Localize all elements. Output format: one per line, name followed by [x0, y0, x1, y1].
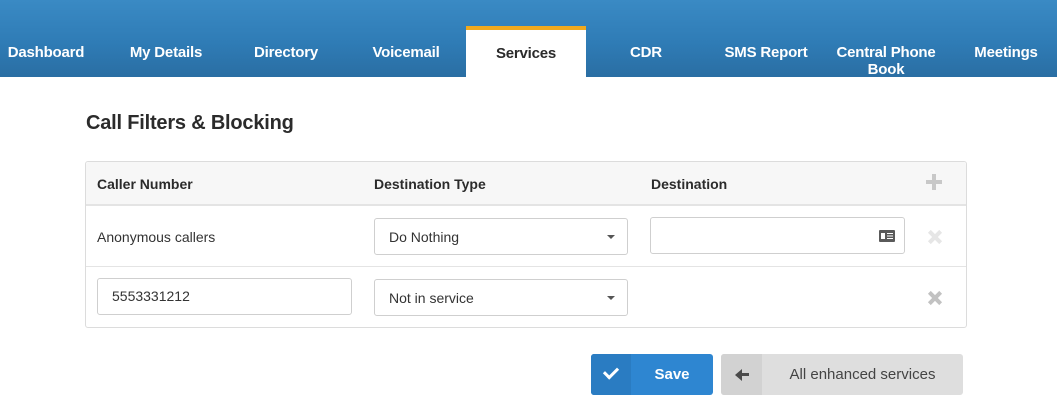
page-title: Call Filters & Blocking: [86, 112, 294, 134]
remove-icon[interactable]: [928, 230, 942, 244]
caller-number-text: Anonymous callers: [97, 229, 216, 245]
destination-type-value: Do Nothing: [389, 229, 460, 245]
tab-services[interactable]: Services: [466, 26, 586, 77]
tab-sms-report[interactable]: SMS Report: [712, 26, 820, 77]
plus-icon[interactable]: [926, 174, 942, 190]
save-button[interactable]: Save: [591, 354, 713, 395]
tab-cdr[interactable]: CDR: [596, 26, 696, 77]
header-caller-number: Caller Number: [97, 176, 193, 192]
tab-meetings[interactable]: Meetings: [960, 26, 1052, 77]
table-row: Anonymous callers Do Nothing: [86, 206, 966, 267]
destination-type-select[interactable]: Not in service: [374, 279, 628, 316]
tab-voicemail[interactable]: Voicemail: [356, 26, 456, 77]
caller-number-value: 5553331212: [112, 288, 190, 304]
check-icon: [602, 363, 620, 380]
caller-number-input[interactable]: 5553331212: [97, 278, 352, 315]
tab-directory[interactable]: Directory: [236, 26, 336, 77]
destination-type-select[interactable]: Do Nothing: [374, 218, 628, 255]
call-filters-table: Caller Number Destination Type Destinati…: [85, 161, 967, 328]
arrow-left-icon: [735, 368, 749, 381]
contact-card-icon[interactable]: [879, 230, 895, 242]
save-button-label: Save: [654, 366, 690, 383]
header-destination-type: Destination Type: [374, 176, 486, 192]
caret-down-icon: [607, 235, 615, 239]
table-header: Caller Number Destination Type Destinati…: [86, 162, 966, 206]
destination-type-value: Not in service: [389, 290, 474, 306]
back-icon-box: [721, 354, 762, 395]
remove-icon[interactable]: [928, 291, 942, 305]
destination-input[interactable]: [650, 217, 905, 254]
tab-central-phone-book[interactable]: Central Phone Book: [830, 26, 942, 78]
top-nav-bar: Dashboard My Details Directory Voicemail…: [0, 0, 1057, 78]
all-enhanced-services-button[interactable]: All enhanced services: [721, 354, 963, 395]
tab-dashboard[interactable]: Dashboard: [0, 26, 92, 77]
save-icon-box: [591, 354, 631, 395]
header-destination: Destination: [651, 176, 728, 192]
caret-down-icon: [607, 296, 615, 300]
tab-my-details[interactable]: My Details: [110, 26, 222, 77]
all-enhanced-services-label: All enhanced services: [789, 366, 936, 383]
table-row: 5553331212 Not in service: [86, 267, 966, 327]
